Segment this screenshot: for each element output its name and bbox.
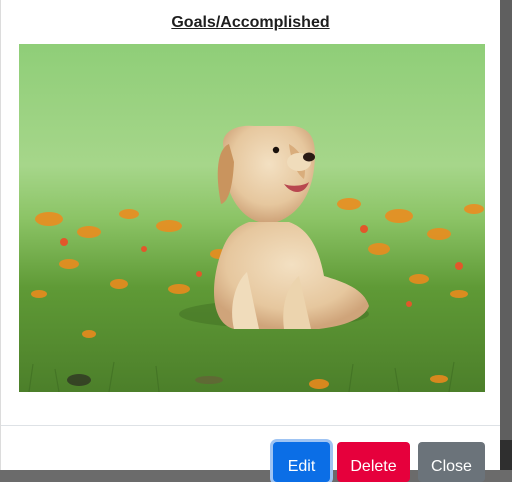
backdrop-overlay [500,0,512,470]
close-button[interactable]: Close [418,442,485,482]
modal-title: Goals/Accomplished [171,14,330,31]
goal-image [19,44,485,392]
backdrop-overlay-bottom [500,440,512,470]
delete-button[interactable]: Delete [337,442,410,482]
edit-button[interactable]: Edit [273,442,330,482]
goal-modal: Goals/Accomplished Edit Delete Close [0,0,500,482]
modal-footer-divider [1,425,500,426]
